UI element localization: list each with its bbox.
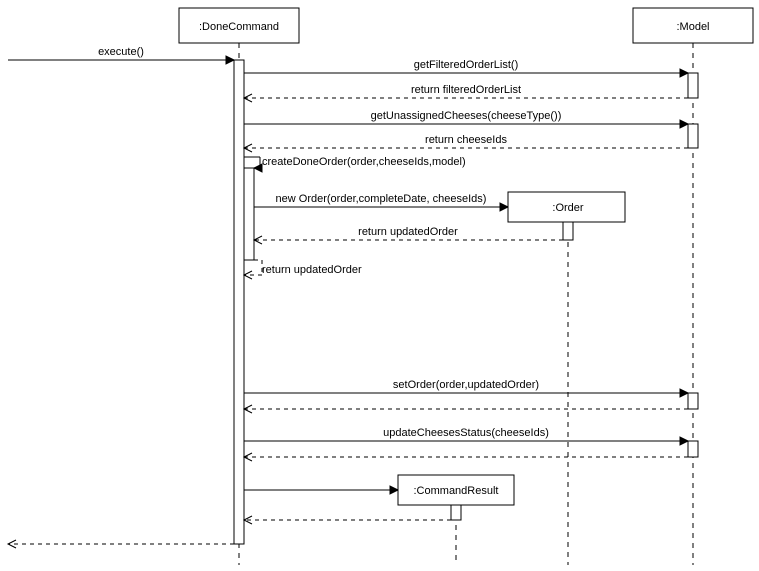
msg-returnupdatedorder1: return updatedOrder xyxy=(358,226,458,238)
participant-commandresult-label: :CommandResult xyxy=(414,485,499,497)
participant-donecommand-label: :DoneCommand xyxy=(199,21,279,33)
msg-returncheeseids: return cheeseIds xyxy=(425,134,507,146)
activation-donecommand-main xyxy=(234,60,244,544)
msg-getfilteredorderlist: getFilteredOrderList() xyxy=(414,59,519,71)
msg-setorder: setOrder(order,updatedOrder) xyxy=(393,379,539,391)
activation-model-4 xyxy=(688,441,698,457)
msg-returnupdatedorder2: return updatedOrder xyxy=(262,264,362,276)
participant-order-label: :Order xyxy=(552,202,584,214)
msg-createdoneorder: createDoneOrder(order,cheeseIds,model) xyxy=(262,156,466,168)
activation-commandresult xyxy=(451,505,461,520)
activation-model-3 xyxy=(688,393,698,409)
sequence-diagram: :DoneCommand :Model execute() getFiltere… xyxy=(0,0,759,571)
msg-returnfilteredorderlist: return filteredOrderList xyxy=(411,84,521,96)
activation-donecommand-self xyxy=(244,168,254,260)
msg-execute: execute() xyxy=(98,46,144,58)
msg-updatecheesesstatus: updateCheesesStatus(cheeseIds) xyxy=(383,427,549,439)
activation-order xyxy=(563,222,573,240)
activation-model-1 xyxy=(688,73,698,98)
participant-model-label: :Model xyxy=(676,21,709,33)
activation-model-2 xyxy=(688,124,698,148)
msg-getunassignedcheeses: getUnassignedCheeses(cheeseType()) xyxy=(371,110,562,122)
msg-neworder: new Order(order,completeDate, cheeseIds) xyxy=(276,193,487,205)
